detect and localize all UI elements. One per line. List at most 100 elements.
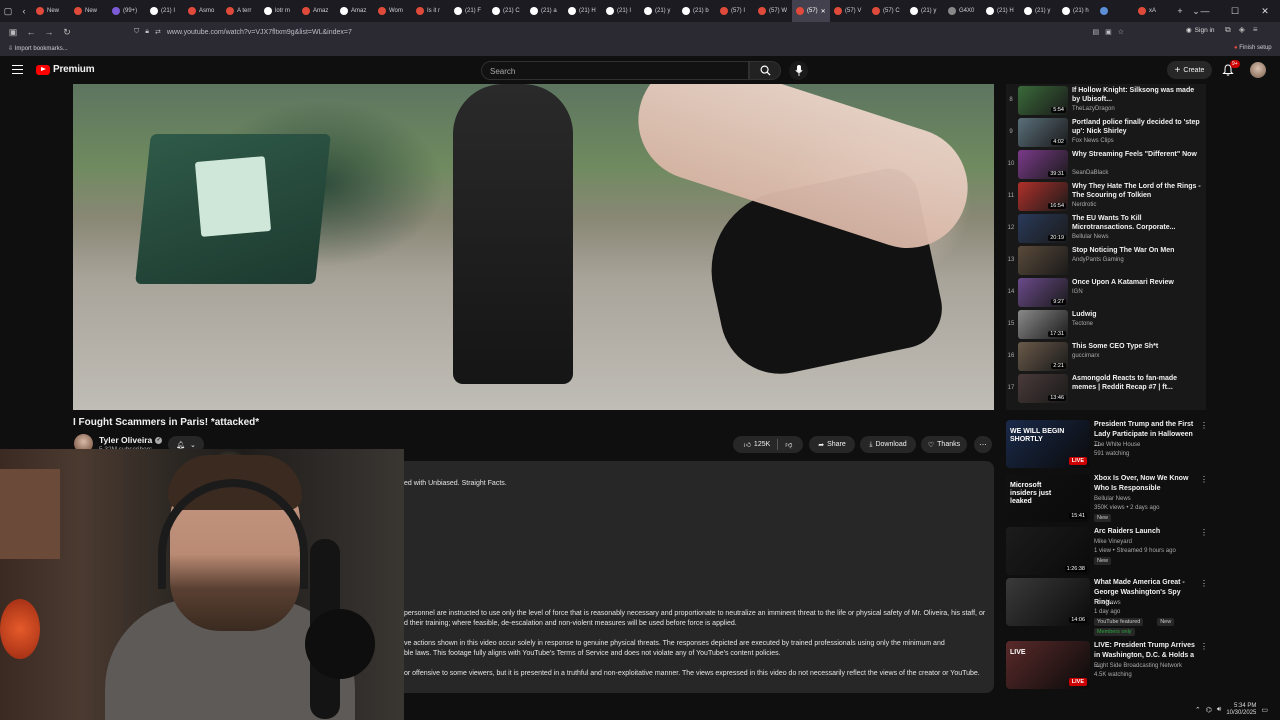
recommendation-thumbnail[interactable]: WE WILL BEGIN SHORTLY LIVE bbox=[1006, 420, 1090, 468]
browser-tab[interactable]: (21) F bbox=[450, 0, 488, 22]
browser-tab[interactable]: Amaz bbox=[298, 0, 336, 22]
recommendation-channel[interactable]: Bellular News bbox=[1094, 495, 1131, 504]
browser-tab[interactable]: lotr m bbox=[260, 0, 298, 22]
account-avatar[interactable] bbox=[1250, 62, 1266, 78]
browser-tab[interactable]: (21) y bbox=[1020, 0, 1058, 22]
browser-tab[interactable]: (57) V bbox=[830, 0, 868, 22]
youtube-logo[interactable]: Premium bbox=[36, 64, 95, 75]
network-icon[interactable]: ⌬ bbox=[1206, 706, 1212, 714]
url-text[interactable]: www.youtube.com/watch?v=VJX7fltxm9g&list… bbox=[167, 29, 352, 36]
playlist-item-channel[interactable]: SeanDaBlack bbox=[1072, 170, 1108, 176]
browser-tab[interactable]: (99+) bbox=[108, 0, 146, 22]
browser-tab[interactable]: A terr bbox=[222, 0, 260, 22]
browser-tab[interactable]: (21) y bbox=[906, 0, 944, 22]
browser-tab[interactable]: Is it r bbox=[412, 0, 450, 22]
close-window-icon[interactable]: ✕ bbox=[1250, 0, 1280, 22]
playlist-thumbnail[interactable]: 9:27 bbox=[1018, 278, 1068, 307]
browser-tab[interactable]: New bbox=[70, 0, 108, 22]
recommendation-thumbnail[interactable]: 14:06 bbox=[1006, 578, 1090, 626]
browser-tab[interactable]: Asmo bbox=[184, 0, 222, 22]
recommendation-channel[interactable]: Mike Vineyard bbox=[1094, 538, 1132, 547]
voice-search-button[interactable] bbox=[789, 61, 808, 80]
playlist-item[interactable]: 11 16:54 Why They Hate The Lord of the Rin… bbox=[1006, 181, 1206, 213]
browser-tab[interactable] bbox=[1096, 0, 1134, 22]
playlist-item-title[interactable]: Once Upon A Katamari Review bbox=[1072, 278, 1202, 287]
hamburger-menu-icon[interactable] bbox=[12, 65, 23, 74]
permissions-icon[interactable]: ⇄ bbox=[155, 28, 161, 36]
more-actions-button[interactable]: ⋯ bbox=[974, 436, 992, 453]
recommendation-item[interactable]: Microsoft insiders just leaked 15:41 Xbox … bbox=[1006, 474, 1208, 524]
share-button[interactable]: ➦ Share bbox=[809, 436, 855, 453]
browser-tab[interactable]: xA bbox=[1134, 0, 1172, 22]
forward-icon[interactable]: → bbox=[40, 22, 58, 42]
playlist-item-title[interactable]: The EU Wants To Kill Microtransactions. … bbox=[1072, 214, 1202, 232]
playlist-item-channel[interactable]: Fox News Clips bbox=[1072, 138, 1114, 144]
browser-tab[interactable]: New bbox=[32, 0, 70, 22]
minimize-icon[interactable]: — bbox=[1190, 0, 1220, 22]
browser-tab[interactable]: (57) ✕ bbox=[792, 0, 830, 22]
bookmark-star-icon[interactable]: ☆ bbox=[1118, 28, 1124, 36]
browser-tab[interactable]: (21) b bbox=[678, 0, 716, 22]
recommendation-channel[interactable]: The White House bbox=[1094, 441, 1140, 450]
playlist-thumbnail[interactable]: 17:31 bbox=[1018, 310, 1068, 339]
extensions-icon[interactable]: ⧉ bbox=[1225, 25, 1231, 35]
browser-tab[interactable]: (57) C bbox=[868, 0, 906, 22]
thanks-button[interactable]: ♡ Thanks bbox=[921, 436, 967, 453]
search-input[interactable]: Search bbox=[481, 61, 749, 80]
playlist-item[interactable]: 14 9:27 Once Upon A Katamari Review IGN bbox=[1006, 277, 1206, 309]
browser-tab[interactable]: Wom bbox=[374, 0, 412, 22]
playlist-item[interactable]: 13 Stop Noticing The War On Men AndyPants … bbox=[1006, 245, 1206, 277]
playlist-item-channel[interactable]: guccimarx bbox=[1072, 353, 1099, 359]
more-options-icon[interactable]: ⋮ bbox=[1200, 579, 1208, 588]
browser-tab[interactable]: Amaz bbox=[336, 0, 374, 22]
playlist-item-title[interactable]: Ludwig bbox=[1072, 310, 1202, 319]
playlist-thumbnail[interactable]: 13:46 bbox=[1018, 374, 1068, 403]
playlist-thumbnail[interactable]: 2:21 bbox=[1018, 342, 1068, 371]
playlist-item-title[interactable]: Why They Hate The Lord of the Rings - Th… bbox=[1072, 182, 1202, 200]
browser-tab[interactable]: (21) I bbox=[602, 0, 640, 22]
browser-tab[interactable]: (21) a bbox=[526, 0, 564, 22]
playlist-thumbnail[interactable]: 16:54 bbox=[1018, 182, 1068, 211]
recommendation-title[interactable]: Xbox Is Over, Now We Know Who Is Respons… bbox=[1094, 474, 1200, 494]
pip-icon[interactable]: ▣ bbox=[1105, 28, 1112, 36]
speaker-icon[interactable]: 🔊︎ bbox=[1217, 706, 1221, 714]
maximize-icon[interactable]: ☐ bbox=[1220, 0, 1250, 22]
browser-tab[interactable]: G4X0 bbox=[944, 0, 982, 22]
recommendation-channel[interactable]: Fox News bbox=[1094, 599, 1121, 608]
playlist-thumbnail[interactable]: 39:31 bbox=[1018, 150, 1068, 179]
playlist-item-title[interactable]: Stop Noticing The War On Men bbox=[1072, 246, 1202, 255]
playlist-item-title[interactable]: Portland police finally decided to 'step… bbox=[1072, 118, 1202, 136]
browser-tab[interactable]: (57) I bbox=[716, 0, 754, 22]
playlist-item-channel[interactable]: Tectone bbox=[1072, 321, 1093, 327]
tray-chevron-icon[interactable]: ⌃ bbox=[1195, 706, 1201, 714]
notification-center-icon[interactable]: ▭ bbox=[1261, 706, 1268, 714]
playlist-item[interactable]: 16 2:21 This Some CEO Type Sh*t guccimarx bbox=[1006, 341, 1206, 373]
playlist-item-channel[interactable]: TheLazyDragon bbox=[1072, 106, 1115, 112]
playlist-item-title[interactable]: If Hollow Knight: Silksong was made by U… bbox=[1072, 86, 1202, 104]
playlist-item[interactable]: 17 13:46 Asmongold Reacts to fan-made meme… bbox=[1006, 373, 1206, 405]
recommendation-item[interactable]: WE WILL BEGIN SHORTLY LIVE President Trump… bbox=[1006, 420, 1208, 470]
playlist-item-channel[interactable]: AndyPants Gaming bbox=[1072, 257, 1124, 263]
recommendation-channel[interactable]: Right Side Broadcasting Network bbox=[1094, 662, 1182, 671]
playlist-thumbnail[interactable] bbox=[1018, 246, 1068, 275]
close-tab-icon[interactable]: ✕ bbox=[821, 8, 826, 15]
recommendation-item[interactable]: LIVE LIVE LIVE: President Trump Arrives in… bbox=[1006, 641, 1208, 691]
download-button[interactable]: ⤓ Download bbox=[860, 436, 916, 453]
back-icon[interactable]: ← bbox=[22, 22, 40, 42]
reader-icon[interactable]: ▤ bbox=[1092, 28, 1099, 36]
import-bookmarks-link[interactable]: ⇩ Import bookmarks... bbox=[8, 45, 68, 52]
address-bar[interactable]: ⛉ 🔒︎ ⇄ www.youtube.com/watch?v=VJX7fltxm… bbox=[134, 24, 1124, 40]
browser-tab[interactable]: (21) y bbox=[640, 0, 678, 22]
channel-name-link[interactable]: Tyler Oliveira ✓ bbox=[99, 435, 163, 445]
more-options-icon[interactable]: ⋮ bbox=[1200, 475, 1208, 484]
video-player[interactable] bbox=[73, 84, 994, 410]
playlist-item-title[interactable]: Why Streaming Feels "Different" Now bbox=[1072, 150, 1202, 159]
profile-icon[interactable]: ◈ bbox=[1239, 25, 1245, 35]
playlist-thumbnail[interactable]: 4:02 bbox=[1018, 118, 1068, 147]
recommendation-thumbnail[interactable]: Microsoft insiders just leaked 15:41 bbox=[1006, 474, 1090, 522]
more-options-icon[interactable]: ⋮ bbox=[1200, 642, 1208, 651]
create-button[interactable]: + Create bbox=[1167, 61, 1212, 79]
playlist-item[interactable]: 8 5:54 If Hollow Knight: Silksong was made… bbox=[1006, 85, 1206, 117]
playlist-item-title[interactable]: This Some CEO Type Sh*t bbox=[1072, 342, 1202, 351]
browser-tab[interactable]: (21) h bbox=[1058, 0, 1096, 22]
